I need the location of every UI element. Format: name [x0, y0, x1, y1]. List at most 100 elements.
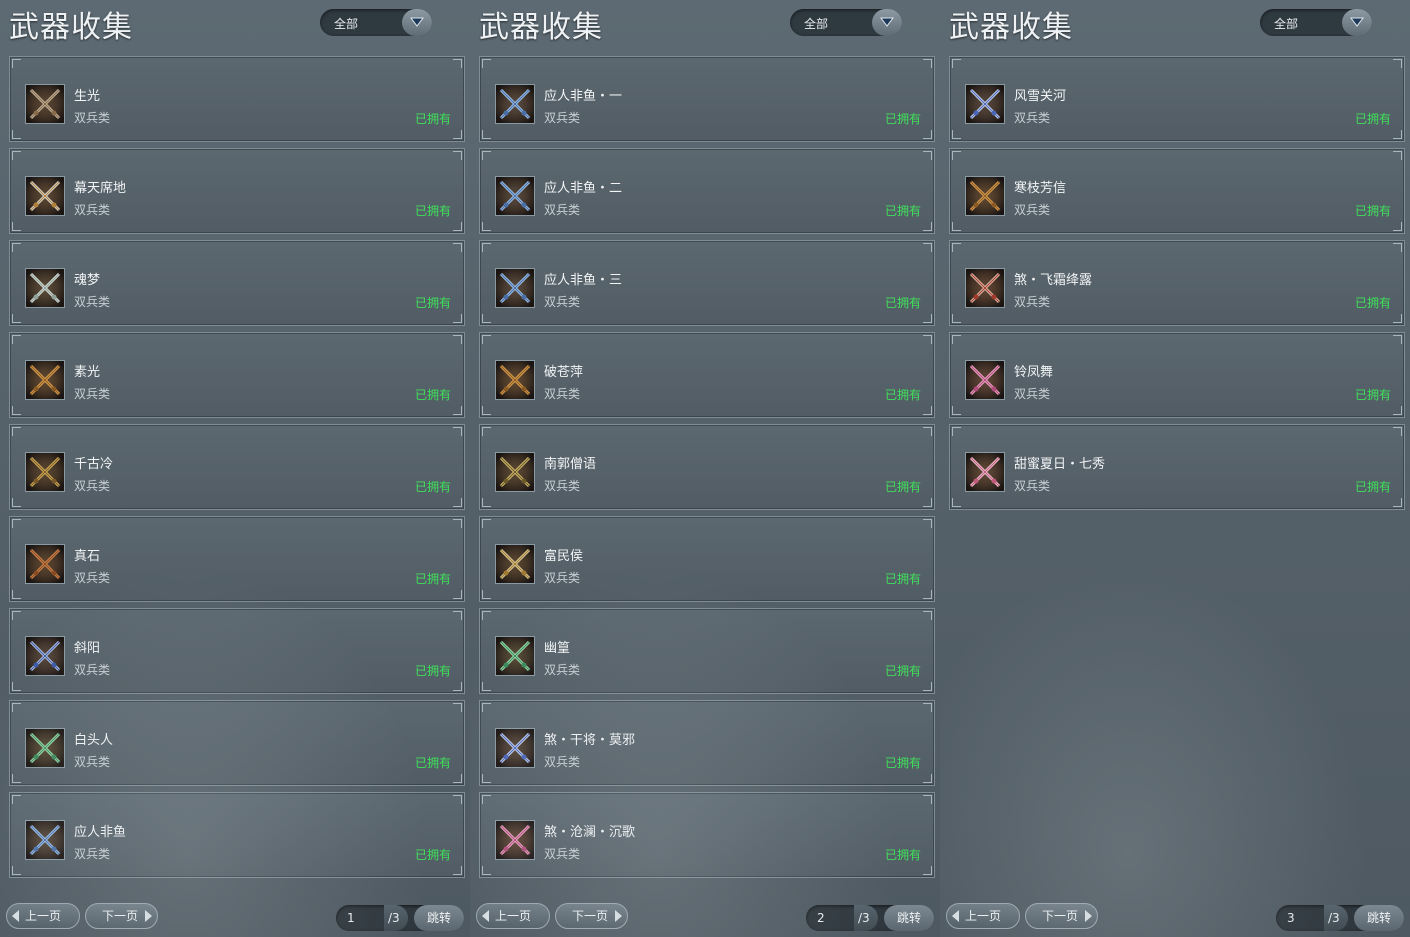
- card-corner-ornament: [952, 59, 961, 68]
- category-filter-dropdown[interactable]: 全部: [790, 9, 902, 36]
- chevron-down-icon[interactable]: [402, 9, 432, 36]
- crystal-crossed-swords-icon: [965, 84, 1005, 124]
- card-corner-ornament: [1393, 59, 1402, 68]
- chevron-right-icon: [145, 910, 152, 922]
- weapon-name: 魂梦: [74, 273, 101, 288]
- jump-button[interactable]: 跳转: [414, 905, 464, 931]
- card-corner-ornament: [12, 59, 21, 68]
- card-corner-ornament: [12, 314, 21, 323]
- card-corner-ornament: [952, 222, 961, 231]
- next-page-label: 下一页: [1042, 909, 1079, 923]
- chevron-left-icon: [12, 910, 19, 922]
- card-corner-ornament: [482, 590, 491, 599]
- weapon-name: 寒枝芳信: [1014, 181, 1067, 196]
- card-corner-ornament: [923, 335, 932, 344]
- next-page-button[interactable]: 下一页: [1025, 903, 1098, 929]
- card-corner-ornament: [453, 590, 462, 599]
- card-corner-ornament: [12, 243, 21, 252]
- current-page-input[interactable]: 3: [1287, 911, 1295, 925]
- weapon-type: 双兵类: [74, 847, 111, 861]
- category-filter-dropdown[interactable]: 全部: [1260, 9, 1372, 36]
- weapon-list-item[interactable]: 甜蜜夏日・七秀 双兵类 已拥有: [949, 424, 1405, 510]
- card-corner-ornament: [1393, 335, 1402, 344]
- weapon-list-item[interactable]: 真石 双兵类 已拥有: [9, 516, 465, 602]
- owned-status: 已拥有: [414, 296, 451, 310]
- card-corner-ornament: [453, 59, 462, 68]
- owned-status: 已拥有: [884, 664, 921, 678]
- category-filter-dropdown[interactable]: 全部: [320, 9, 432, 36]
- card-corner-ornament: [923, 314, 932, 323]
- weapon-list-item[interactable]: 寒枝芳信 双兵类 已拥有: [949, 148, 1405, 234]
- prev-page-button[interactable]: 上一页: [946, 903, 1020, 929]
- weapon-type: 双兵类: [74, 387, 111, 401]
- card-corner-ornament: [482, 427, 491, 436]
- weapon-list-item[interactable]: 白头人双兵类 已拥有: [9, 700, 465, 786]
- card-corner-ornament: [923, 682, 932, 691]
- card-corner-ornament: [923, 611, 932, 620]
- pagination-bar: 上一页 下一页 3/3 跳转: [940, 903, 1410, 933]
- total-pages: /3: [1328, 911, 1340, 925]
- weapon-list-item[interactable]: 斜阳 双兵类 已拥有: [9, 608, 465, 694]
- jeweled-blade-icon: [25, 636, 65, 676]
- crystal-crossed-swords-icon: [495, 728, 535, 768]
- card-corner-ornament: [12, 222, 21, 231]
- jade-crossed-swords-icon: [25, 728, 65, 768]
- weapon-name: 幽篁: [544, 641, 571, 656]
- next-page-button[interactable]: 下一页: [85, 903, 158, 929]
- owned-status: 已拥有: [414, 572, 451, 586]
- owned-status: 已拥有: [414, 756, 451, 770]
- prev-page-label: 上一页: [495, 909, 532, 923]
- weapon-list-item[interactable]: 魂梦 双兵类 已拥有: [9, 240, 465, 326]
- card-corner-ornament: [923, 703, 932, 712]
- total-pages: /3: [388, 911, 400, 925]
- weapon-panel-page-2: 武器收集 全部 应人非鱼・一 双兵类 已拥有 应人非鱼・二 双兵类 已拥有 应人非鱼・三 双兵类已…: [470, 0, 940, 937]
- chevron-down-icon[interactable]: [872, 9, 902, 36]
- weapon-list-item[interactable]: 幽篁 双兵类 已拥有: [479, 608, 935, 694]
- weapon-list-item[interactable]: 南郭僧语 双兵类 已拥有: [479, 424, 935, 510]
- weapon-name: 应人非鱼・一: [544, 89, 623, 104]
- weapon-type: 双兵类: [544, 203, 581, 217]
- weapon-list-item[interactable]: 煞・沧澜・沉歌 双兵类 已拥有: [479, 792, 935, 878]
- weapon-list-item[interactable]: 生光 双兵类 已拥有: [9, 56, 465, 142]
- card-corner-ornament: [12, 795, 21, 804]
- weapon-type: 双兵类: [74, 755, 111, 769]
- card-corner-ornament: [952, 498, 961, 507]
- weapon-name: 生光: [74, 89, 101, 104]
- prev-page-button[interactable]: 上一页: [6, 903, 80, 929]
- page-title: 武器收集: [479, 10, 603, 45]
- weapon-list-item[interactable]: 千古冷 双兵类 已拥有: [9, 424, 465, 510]
- weapon-list-item[interactable]: 应人非鱼 双兵类 已拥有: [9, 792, 465, 878]
- weapon-list-item[interactable]: 应人非鱼・三 双兵类 已拥有: [479, 240, 935, 326]
- card-corner-ornament: [12, 427, 21, 436]
- card-corner-ornament: [482, 130, 491, 139]
- jump-button[interactable]: 跳转: [884, 905, 934, 931]
- weapon-name: 白头人: [74, 733, 114, 748]
- weapon-name: 千古冷: [74, 457, 114, 472]
- weapon-list-item[interactable]: 破苍萍 双兵类 已拥有: [479, 332, 935, 418]
- weapon-name: 南郭僧语: [544, 457, 597, 472]
- weapon-list-item[interactable]: 煞・干将・莫邪 双兵类 已拥有: [479, 700, 935, 786]
- jump-button[interactable]: 跳转: [1354, 905, 1404, 931]
- weapon-list-item[interactable]: 富民侯 双兵类 已拥有: [479, 516, 935, 602]
- weapon-list-item[interactable]: 煞・飞霜绛露 双兵类 已拥有: [949, 240, 1405, 326]
- weapon-list-item[interactable]: 幕天席地 双兵类 已拥有: [9, 148, 465, 234]
- weapon-name: 铃凤舞: [1014, 365, 1054, 380]
- weapon-list-item[interactable]: 素光 双兵类 已拥有: [9, 332, 465, 418]
- weapon-type: 双兵类: [1014, 295, 1051, 309]
- chevron-down-icon[interactable]: [1342, 9, 1372, 36]
- card-corner-ornament: [952, 130, 961, 139]
- weapon-type: 双兵类: [74, 479, 111, 493]
- weapon-list-item[interactable]: 应人非鱼・二 双兵类 已拥有: [479, 148, 935, 234]
- current-page-input[interactable]: 1: [347, 911, 355, 925]
- weapon-list-item[interactable]: 铃凤舞 双兵类 已拥有: [949, 332, 1405, 418]
- current-page-input[interactable]: 2: [817, 911, 825, 925]
- prev-page-button[interactable]: 上一页: [476, 903, 550, 929]
- next-page-button[interactable]: 下一页: [555, 903, 628, 929]
- card-corner-ornament: [952, 406, 961, 415]
- weapon-type: 双兵类: [74, 203, 111, 217]
- card-corner-ornament: [952, 151, 961, 160]
- weapon-list-item[interactable]: 风雪关河 双兵类 已拥有: [949, 56, 1405, 142]
- weapon-list: 生光 双兵类 已拥有 幕天席地 双兵类 已拥有 魂梦 双兵类 已拥有 素光 双兵类 已拥有 千古冷 双兵类…: [9, 56, 465, 884]
- weapon-list-item[interactable]: 应人非鱼・一 双兵类 已拥有: [479, 56, 935, 142]
- weapon-name: 幕天席地: [74, 181, 127, 196]
